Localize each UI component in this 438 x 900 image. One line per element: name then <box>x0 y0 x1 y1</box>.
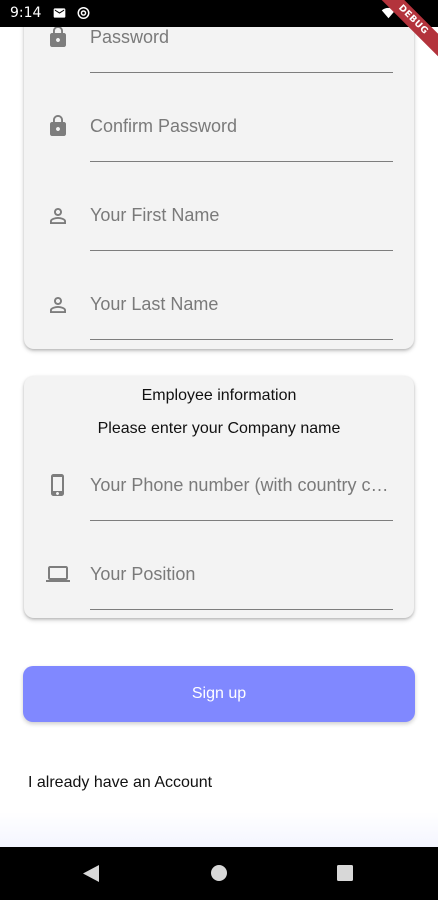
status-time: 9:14 <box>10 5 42 21</box>
employee-info-card: Employee information Please enter your C… <box>24 376 414 618</box>
phone-number-field[interactable]: Your Phone number (with country code) <box>24 444 414 533</box>
recents-icon[interactable] <box>337 865 353 881</box>
field-underline <box>90 520 393 521</box>
laptop-icon <box>46 566 70 582</box>
last-name-field[interactable]: Your Last Name <box>24 267 414 349</box>
account-form-card: Password Confirm Password Your First Nam… <box>24 0 414 349</box>
confirm-password-placeholder: Confirm Password <box>90 116 238 136</box>
lock-icon <box>50 26 66 47</box>
bottom-decoration <box>0 812 438 847</box>
first-name-placeholder: Your First Name <box>90 205 220 225</box>
phone-number-placeholder: Your Phone number (with country code) <box>90 475 392 495</box>
already-have-account-link[interactable]: I already have an Account <box>28 774 212 792</box>
navigation-bar <box>0 847 438 900</box>
position-placeholder: Your Position <box>90 564 196 584</box>
employee-info-title: Employee information <box>141 387 297 404</box>
position-field[interactable]: Your Position <box>24 533 414 618</box>
phone-icon <box>51 474 64 496</box>
company-name-prompt[interactable]: Please enter your Company name <box>24 420 414 438</box>
lock-icon <box>50 115 66 136</box>
status-bar: 9:14 DEBUG <box>0 0 438 65</box>
sign-up-button[interactable]: Sign up <box>23 666 415 722</box>
at-sign-icon <box>77 7 90 19</box>
gmail-icon <box>53 8 66 18</box>
field-underline <box>90 72 393 73</box>
person-icon <box>50 297 66 313</box>
field-underline <box>90 339 393 340</box>
first-name-field[interactable]: Your First Name <box>24 178 414 267</box>
last-name-placeholder: Your Last Name <box>90 294 219 314</box>
field-underline <box>90 250 393 251</box>
password-placeholder: Password <box>90 27 170 47</box>
field-underline <box>90 609 393 610</box>
confirm-password-field[interactable]: Confirm Password <box>24 89 414 178</box>
person-icon <box>50 208 66 224</box>
field-underline <box>90 161 393 162</box>
home-icon[interactable] <box>210 864 228 882</box>
back-icon[interactable] <box>82 864 100 883</box>
